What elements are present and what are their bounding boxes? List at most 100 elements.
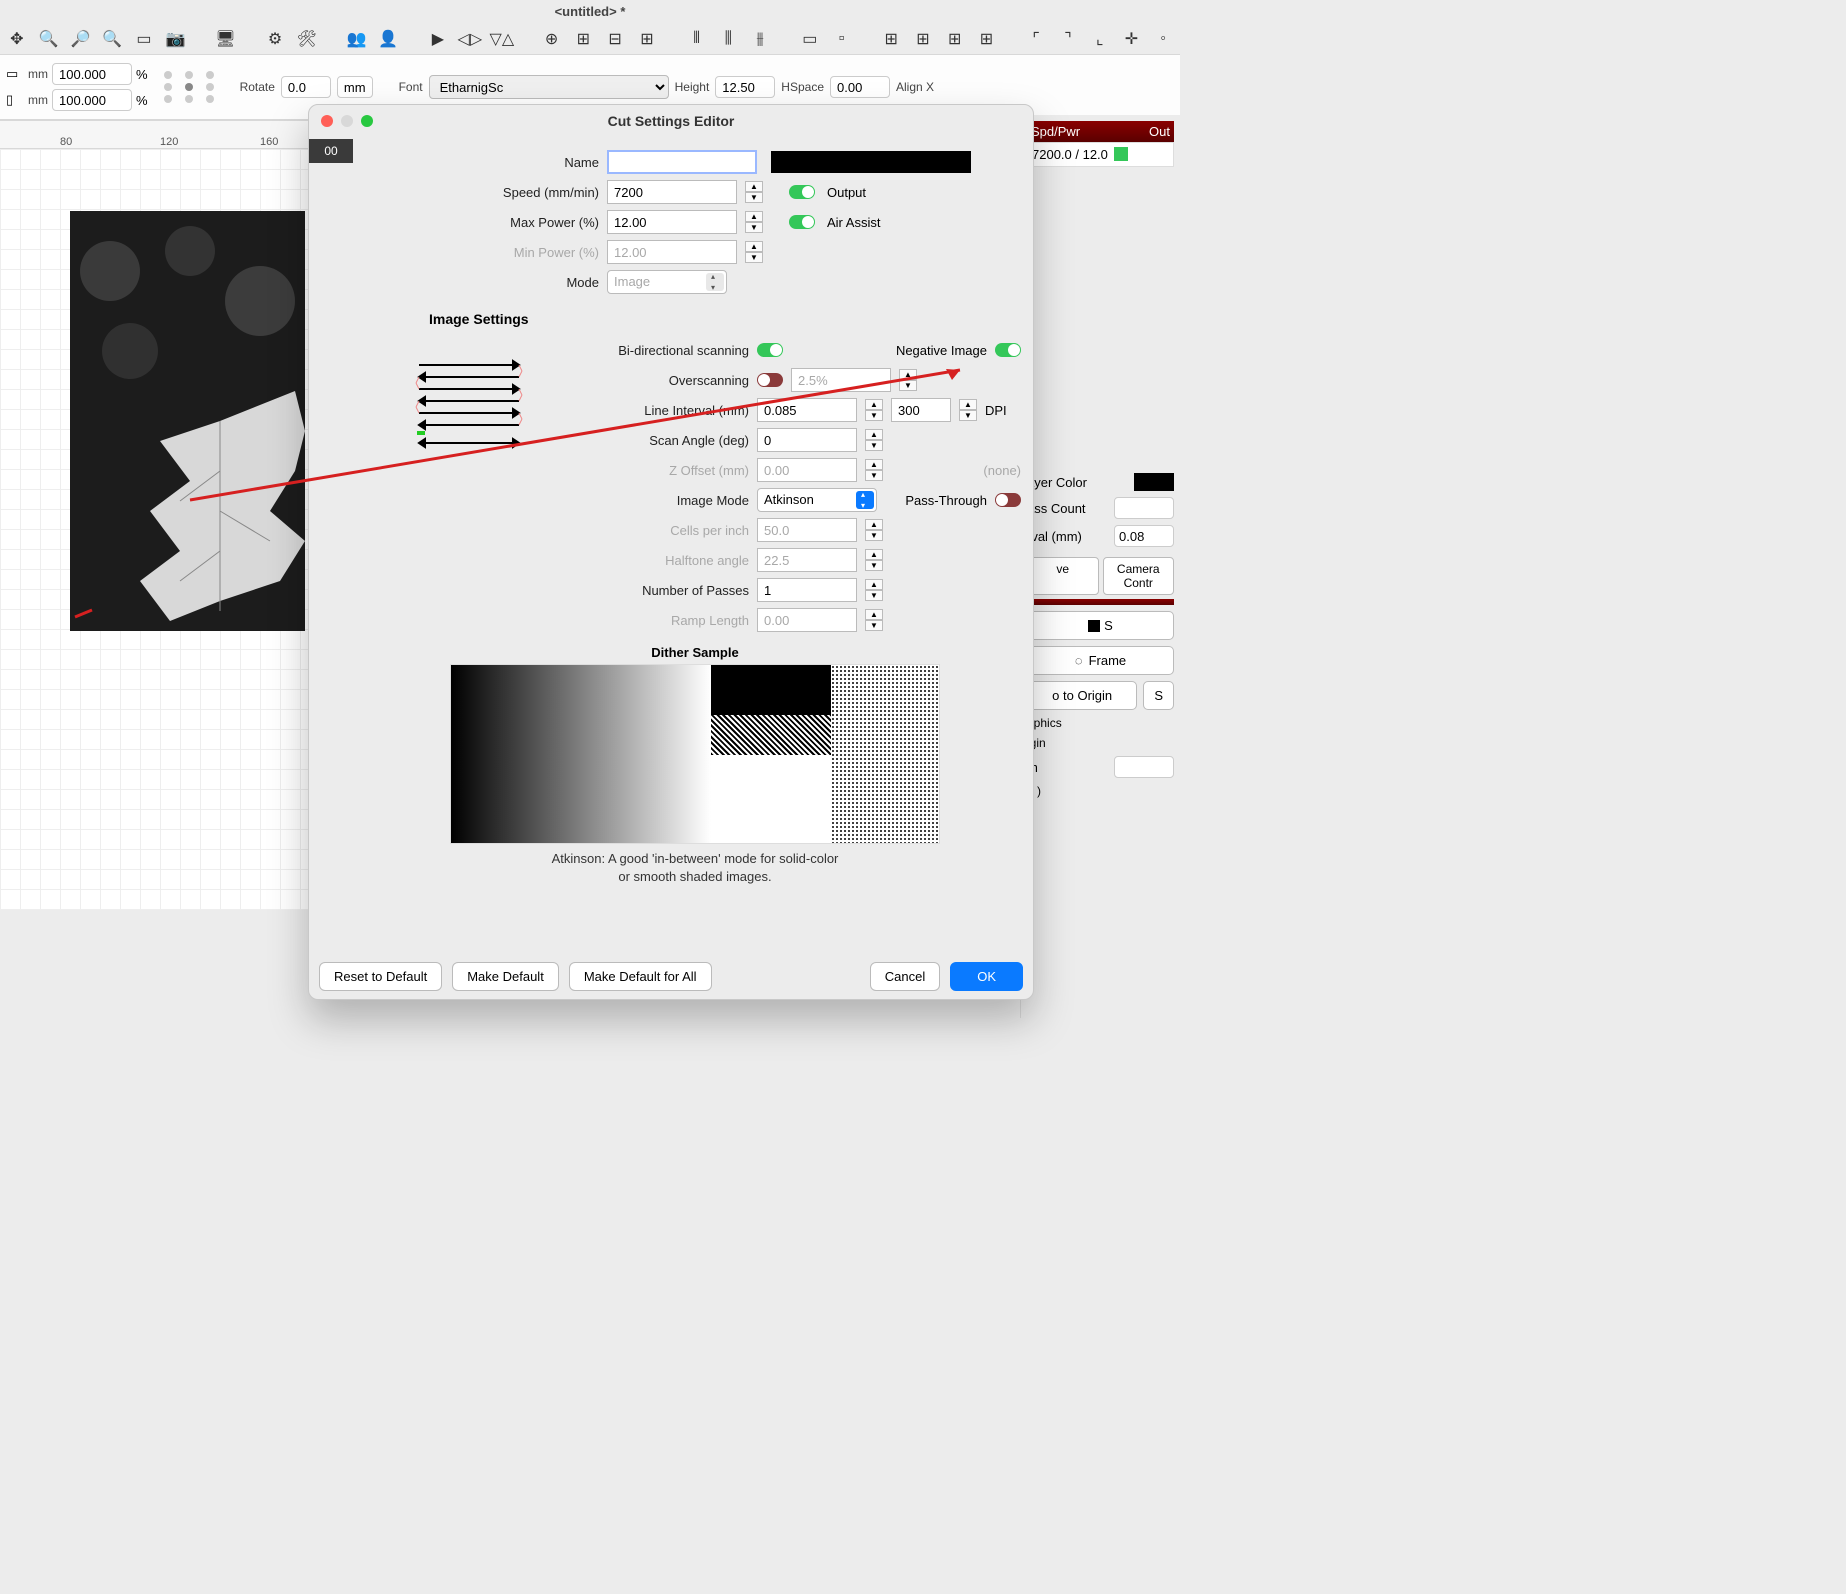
npass-label: Number of Passes — [549, 583, 749, 598]
align-2-icon[interactable]: ⊟ — [604, 28, 626, 50]
npass-spinner[interactable]: ▲▼ — [865, 579, 883, 601]
tools-icon[interactable]: 🛠 — [296, 28, 318, 50]
pass-count-input[interactable] — [1114, 497, 1174, 519]
bidir-toggle[interactable] — [757, 343, 783, 357]
speed-input[interactable] — [607, 180, 737, 204]
monitor-icon[interactable]: 🖥 — [215, 28, 237, 50]
output-toggle[interactable] — [789, 185, 815, 199]
anchor-br[interactable] — [206, 95, 214, 103]
igin: igin — [1027, 736, 1174, 750]
zoom-in-icon[interactable]: 🔍 — [38, 28, 60, 50]
person-icon[interactable]: 👤 — [377, 28, 399, 50]
layer-color-swatch[interactable] — [1134, 473, 1174, 491]
gear-icon[interactable]: ⚙ — [264, 28, 286, 50]
unit-toggle-button[interactable]: mm — [337, 76, 373, 98]
make-default-all-button[interactable]: Make Default for All — [569, 962, 712, 991]
mode-select[interactable]: Image — [607, 270, 727, 294]
lineint-spinner[interactable]: ▲▼ — [865, 399, 883, 421]
group-icon[interactable]: 👥 — [346, 28, 368, 50]
dpi-input[interactable] — [891, 398, 951, 422]
align-3-icon[interactable]: ⊞ — [636, 28, 658, 50]
distribute-3-icon[interactable]: ⫵ — [749, 28, 771, 50]
air-toggle[interactable] — [789, 215, 815, 229]
frame-button[interactable]: ◌ Frame — [1027, 646, 1174, 675]
overscan-toggle[interactable] — [757, 373, 783, 387]
cancel-button[interactable]: Cancel — [870, 962, 940, 991]
anchor-tl[interactable] — [164, 71, 172, 79]
anchor-bl[interactable] — [164, 95, 172, 103]
y-pos-input[interactable] — [52, 89, 132, 111]
maxpower-label: Max Power (%) — [369, 215, 599, 230]
tab-move[interactable]: ve — [1027, 557, 1099, 595]
th-input[interactable] — [1114, 756, 1174, 778]
dim-tool-2[interactable]: ▯ — [6, 92, 24, 108]
hspace-input[interactable] — [830, 76, 890, 98]
image-mode-select[interactable]: Atkinson — [757, 488, 877, 512]
corner-tl-icon[interactable]: ⌜ — [1025, 28, 1047, 50]
zoom-fit-icon[interactable]: 🔍 — [101, 28, 123, 50]
scanangle-input[interactable] — [757, 428, 857, 452]
maxpower-spinner[interactable]: ▲▼ — [745, 211, 763, 233]
name-input[interactable] — [607, 150, 757, 174]
align-1-icon[interactable]: ⊞ — [572, 28, 594, 50]
dim-tool-1[interactable]: ▭ — [6, 66, 24, 82]
corner-tr-icon[interactable]: ⌝ — [1057, 28, 1079, 50]
origin-icon[interactable]: ◦ — [1152, 28, 1174, 50]
size-2-icon[interactable]: ▫ — [831, 28, 853, 50]
air-label: Air Assist — [827, 215, 880, 230]
passthru-toggle[interactable] — [995, 493, 1021, 507]
anchor-tc[interactable] — [185, 71, 193, 79]
negative-toggle[interactable] — [995, 343, 1021, 357]
font-select[interactable]: EtharnigSc — [429, 75, 669, 99]
go-origin-button[interactable]: o to Origin — [1027, 681, 1137, 710]
anchor-ml[interactable] — [164, 83, 172, 91]
marquee-icon[interactable]: ▭ — [133, 28, 155, 50]
overscan-label: Overscanning — [549, 373, 749, 388]
select-btn[interactable]: S — [1027, 611, 1174, 640]
ramp-input — [757, 608, 857, 632]
align-left-icon[interactable]: ▶ — [427, 28, 449, 50]
distribute-1-icon[interactable]: ⫴ — [686, 28, 708, 50]
size-1-icon[interactable]: ▭ — [799, 28, 821, 50]
dpi-spinner[interactable]: ▲▼ — [959, 399, 977, 421]
layer-output-toggle[interactable] — [1114, 147, 1128, 161]
distribute-2-icon[interactable]: ⫼ — [717, 28, 739, 50]
layer-row[interactable]: 7200.0 / 12.0 — [1027, 142, 1174, 167]
speed-spinner[interactable]: ▲▼ — [745, 181, 763, 203]
anchor-mr[interactable] — [206, 83, 214, 91]
camera-icon[interactable]: 📷 — [165, 28, 187, 50]
make-default-button[interactable]: Make Default — [452, 962, 559, 991]
anchor-bc[interactable] — [185, 95, 193, 103]
center-icon[interactable]: ⊕ — [541, 28, 563, 50]
height-input[interactable] — [715, 76, 775, 98]
move-icon[interactable]: ✥ — [6, 28, 28, 50]
reset-button[interactable]: Reset to Default — [319, 962, 442, 991]
ok-button[interactable]: OK — [950, 962, 1023, 991]
x-pos-input[interactable] — [52, 63, 132, 85]
scanangle-spinner[interactable]: ▲▼ — [865, 429, 883, 451]
close-window-button[interactable] — [321, 115, 333, 127]
dist-c-icon[interactable]: ⊞ — [944, 28, 966, 50]
zoom-out-icon[interactable]: 🔎 — [70, 28, 92, 50]
rotate-input[interactable] — [281, 76, 331, 98]
maxpower-input[interactable] — [607, 210, 737, 234]
speed-label: Speed (mm/min) — [369, 185, 599, 200]
color-swatch[interactable] — [771, 151, 971, 173]
anchor-mc[interactable] — [185, 83, 193, 91]
interval-input[interactable] — [1114, 525, 1174, 547]
lineint-input[interactable] — [757, 398, 857, 422]
dither-heading: Dither Sample — [369, 645, 1021, 660]
corner-bl-icon[interactable]: ⌞ — [1089, 28, 1111, 50]
cross-icon[interactable]: ✛ — [1121, 28, 1143, 50]
dist-d-icon[interactable]: ⊞ — [976, 28, 998, 50]
npass-input[interactable] — [757, 578, 857, 602]
anchor-tr[interactable] — [206, 71, 214, 79]
dist-b-icon[interactable]: ⊞ — [912, 28, 934, 50]
mirror-h-icon[interactable]: ◁▷ — [459, 28, 481, 50]
placed-image[interactable] — [70, 211, 305, 631]
zoom-window-button[interactable] — [361, 115, 373, 127]
mirror-v-icon[interactable]: ▽△ — [491, 28, 513, 50]
tab-camera[interactable]: Camera Contr — [1103, 557, 1175, 595]
s-button[interactable]: S — [1143, 681, 1174, 710]
dist-a-icon[interactable]: ⊞ — [880, 28, 902, 50]
